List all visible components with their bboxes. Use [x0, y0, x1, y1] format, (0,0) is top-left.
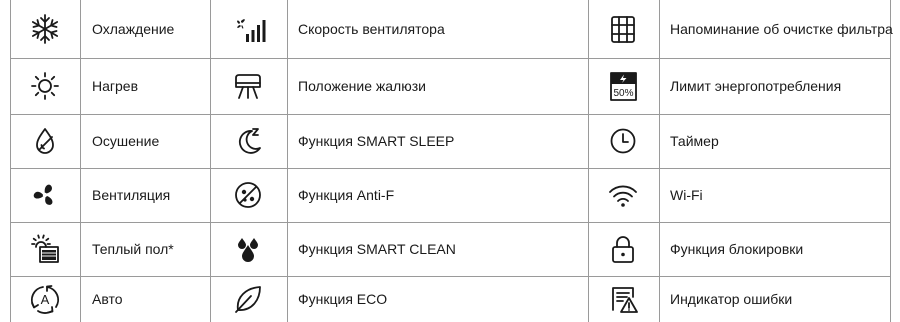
wifi-icon	[601, 175, 645, 215]
feature-label: Таймер	[670, 133, 719, 149]
fan-speed-icon	[226, 9, 270, 49]
column-divider	[80, 0, 81, 322]
feature-label: Функция Anti-F	[298, 187, 395, 203]
snowflake-icon	[23, 9, 67, 49]
feature-label: Скорость вентилятора	[298, 21, 445, 37]
feature-label: Положение жалюзи	[298, 78, 426, 94]
row-divider	[10, 58, 890, 59]
leaf-icon	[226, 279, 270, 319]
feature-label: Индикатор ошибки	[670, 291, 793, 307]
feature-label: Лимит энергопотребления	[670, 78, 842, 94]
feature-label: Осушение	[92, 133, 160, 149]
heated-floor-icon	[23, 229, 67, 269]
feature-label: Напоминание об очистке фильтра	[670, 21, 893, 37]
feature-label: Охлаждение	[92, 21, 175, 37]
feature-label: Теплый пол*	[92, 241, 174, 257]
column-divider	[659, 0, 660, 322]
row-divider	[10, 276, 890, 277]
droplet-slash-icon	[23, 121, 67, 161]
power-limit-badge: 50%	[613, 88, 633, 99]
row-divider	[10, 222, 890, 223]
column-divider	[287, 0, 288, 322]
anti-f-icon	[226, 175, 270, 215]
clock-icon	[601, 121, 645, 161]
feature-legend-table: Охлаждение Скорость вентилятора Напомина…	[0, 0, 900, 322]
feature-label: Функция SMART CLEAN	[298, 241, 456, 257]
feature-label: Авто	[92, 291, 123, 307]
column-divider	[890, 0, 891, 322]
fan-icon	[23, 175, 67, 215]
louver-position-icon	[226, 66, 270, 106]
feature-label: Вентиляция	[92, 187, 171, 203]
drops-icon	[226, 229, 270, 269]
lock-icon	[601, 229, 645, 269]
column-divider	[10, 0, 11, 322]
filter-grid-icon	[601, 9, 645, 49]
feature-label: Нагрев	[92, 78, 139, 94]
feature-label: Функция SMART SLEEP	[298, 133, 455, 149]
row-divider	[10, 168, 890, 169]
feature-label: Wi-Fi	[670, 187, 703, 203]
feature-label: Функция ECO	[298, 291, 388, 307]
feature-label: Функция блокировки	[670, 241, 804, 257]
moon-sleep-icon	[226, 121, 270, 161]
column-divider	[210, 0, 211, 322]
error-indicator-icon	[601, 279, 645, 319]
row-divider	[10, 114, 890, 115]
auto-mode-badge: A	[41, 292, 50, 307]
auto-mode-icon: A	[23, 279, 67, 319]
power-limit-icon: 50%	[601, 66, 645, 106]
column-divider	[588, 0, 589, 322]
sun-icon	[23, 66, 67, 106]
